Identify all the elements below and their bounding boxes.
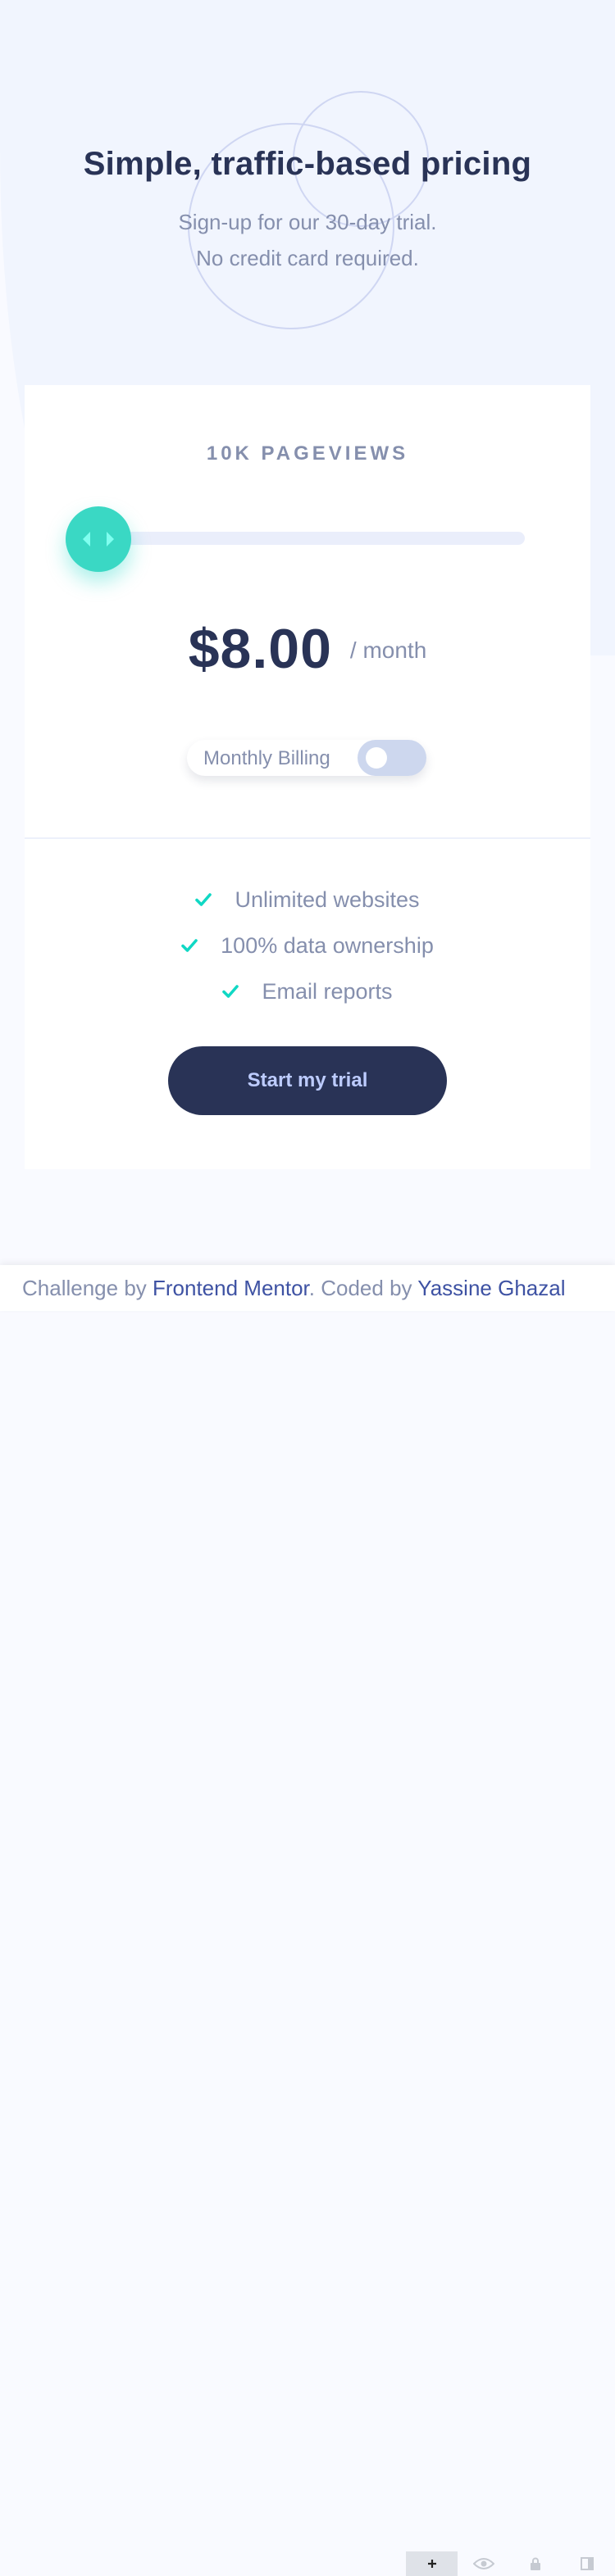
attribution-prefix: Challenge by [22,1276,153,1300]
eye-button[interactable] [458,2551,509,2576]
eye-icon [472,2558,494,2569]
billing-toggle-knob [366,747,387,769]
billing-label: Monthly Billing [203,747,330,769]
add-icon [427,2560,436,2568]
devtools-toolbar [406,2551,615,2576]
page-header: Simple, traffic-based pricing Sign-up fo… [0,146,615,276]
list-item: 100% data ownership [25,923,590,968]
start-trial-button[interactable]: Start my trial [168,1046,447,1115]
list-item: Unlimited websites [25,877,590,923]
pageviews-slider-track[interactable] [98,532,525,545]
panel-icon [580,2557,594,2570]
price-period: / month [349,637,427,663]
lock-button[interactable] [509,2551,561,2576]
price-row: $8.00 / month [25,617,590,681]
add-button[interactable] [406,2551,458,2576]
billing-toggle[interactable] [358,740,426,776]
feature-list: Unlimited websites 100% data ownership E… [25,877,590,1014]
check-icon [181,939,198,952]
page-subtitle: Sign-up for our 30-day trial. No credit … [0,204,615,276]
frontend-mentor-link[interactable]: Frontend Mentor [153,1276,309,1300]
subtitle-line-1: Sign-up for our 30-day trial. [178,210,437,234]
attribution-text: Challenge by Frontend Mentor. Coded by Y… [22,1276,565,1301]
attribution-middle: . Coded by [308,1276,418,1300]
feature-text: 100% data ownership [221,932,434,958]
check-icon [222,985,239,998]
page-title: Simple, traffic-based pricing [83,146,532,182]
panel-button[interactable] [561,2551,613,2576]
subtitle-line-2: No credit card required. [196,246,419,270]
check-icon [195,893,212,906]
pricing-card: 10K PAGEVIEWS $8.00 / month Monthly Bill… [25,385,590,1169]
price-amount: $8.00 [188,618,332,680]
card-divider [25,837,590,839]
feature-text: Unlimited websites [235,887,420,912]
lock-icon [530,2557,540,2570]
author-link[interactable]: Yassine Ghazal [417,1276,565,1300]
billing-toggle-pill: Monthly Billing [187,740,426,776]
list-item: Email reports [25,968,590,1014]
attribution-footer: Challenge by Frontend Mentor. Coded by Y… [0,1265,615,2576]
arrows-left-right-icon [83,532,114,546]
pageviews-label: 10K PAGEVIEWS [206,442,409,465]
feature-text: Email reports [262,978,393,1004]
pageviews-slider-thumb[interactable] [66,506,131,572]
